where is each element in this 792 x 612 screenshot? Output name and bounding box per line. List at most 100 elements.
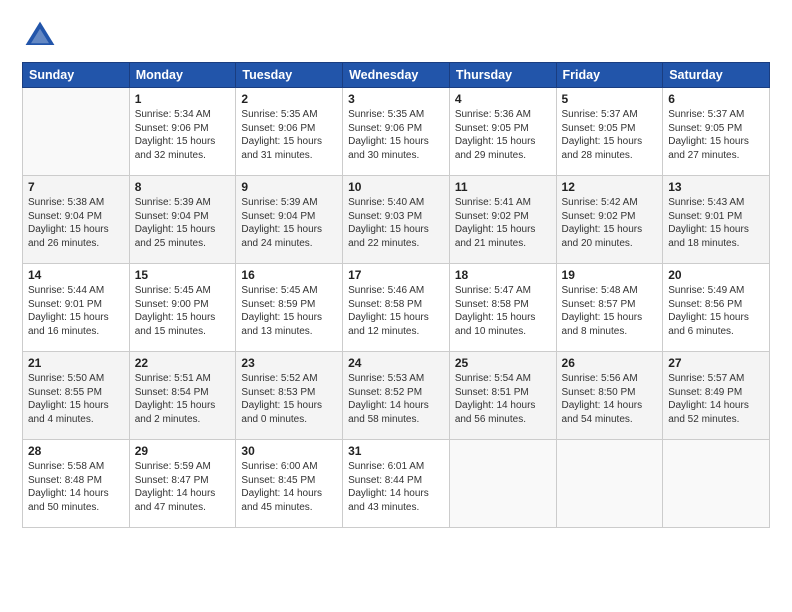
day-number: 8 xyxy=(135,180,231,194)
calendar-day-cell: 22 Sunrise: 5:51 AM Sunset: 8:54 PM Dayli… xyxy=(129,352,236,440)
calendar-day-cell: 4Sunrise: 5:36 AM Sunset: 9:05 PM Daylig… xyxy=(449,88,556,176)
day-info: Sunrise: 5:57 AM Sunset: 8:49 PM Dayligh… xyxy=(668,372,764,426)
day-info: Sunrise: 5:48 AM Sunset: 8:57 PM Dayligh… xyxy=(562,284,658,338)
day-number: 24 xyxy=(348,356,444,370)
calendar-day-cell: 2 Sunrise: 5:35 AM Sunset: 9:06 PM Daylig… xyxy=(236,88,343,176)
day-number: 16 xyxy=(241,268,337,282)
logo xyxy=(22,18,62,54)
day-info: Sunrise: 5:35 AM Sunset: 9:06 PM Dayligh… xyxy=(241,108,337,162)
day-info: Sunrise: 5:51 AM Sunset: 8:54 PM Dayligh… xyxy=(135,372,231,426)
weekday-header-wednesday: Wednesday xyxy=(343,63,450,88)
day-info: Sunrise: 5:44 AM Sunset: 9:01 PM Dayligh… xyxy=(28,284,124,338)
weekday-header-thursday: Thursday xyxy=(449,63,556,88)
calendar-day-cell xyxy=(449,440,556,528)
calendar-day-cell: 17 Sunrise: 5:46 AM Sunset: 8:58 PM Dayli… xyxy=(343,264,450,352)
day-info: Sunrise: 5:59 AM Sunset: 8:47 PM Dayligh… xyxy=(135,460,231,514)
day-number: 21 xyxy=(28,356,124,370)
calendar-day-cell: 24Sunrise: 5:53 AM Sunset: 8:52 PM Dayli… xyxy=(343,352,450,440)
weekday-header-saturday: Saturday xyxy=(663,63,770,88)
calendar-day-cell: 6Sunrise: 5:37 AM Sunset: 9:05 PM Daylig… xyxy=(663,88,770,176)
day-info: Sunrise: 5:37 AM Sunset: 9:05 PM Dayligh… xyxy=(668,108,764,162)
day-info: Sunrise: 5:52 AM Sunset: 8:53 PM Dayligh… xyxy=(241,372,337,426)
calendar-day-cell: 28 Sunrise: 5:58 AM Sunset: 8:48 PM Dayli… xyxy=(23,440,130,528)
day-number: 28 xyxy=(28,444,124,458)
day-info: Sunrise: 5:41 AM Sunset: 9:02 PM Dayligh… xyxy=(455,196,551,250)
calendar-table: SundayMondayTuesdayWednesdayThursdayFrid… xyxy=(22,62,770,528)
day-number: 12 xyxy=(562,180,658,194)
day-info: Sunrise: 5:43 AM Sunset: 9:01 PM Dayligh… xyxy=(668,196,764,250)
day-number: 9 xyxy=(241,180,337,194)
calendar-day-cell: 16 Sunrise: 5:45 AM Sunset: 8:59 PM Dayli… xyxy=(236,264,343,352)
calendar-day-cell: 3 Sunrise: 5:35 AM Sunset: 9:06 PM Daylig… xyxy=(343,88,450,176)
day-number: 7 xyxy=(28,180,124,194)
day-info: Sunrise: 5:49 AM Sunset: 8:56 PM Dayligh… xyxy=(668,284,764,338)
calendar-week-row: 21 Sunrise: 5:50 AM Sunset: 8:55 PM Dayli… xyxy=(23,352,770,440)
day-number: 14 xyxy=(28,268,124,282)
calendar-day-cell: 10 Sunrise: 5:40 AM Sunset: 9:03 PM Dayli… xyxy=(343,176,450,264)
weekday-header-tuesday: Tuesday xyxy=(236,63,343,88)
calendar-day-cell: 9 Sunrise: 5:39 AM Sunset: 9:04 PM Daylig… xyxy=(236,176,343,264)
day-info: Sunrise: 5:39 AM Sunset: 9:04 PM Dayligh… xyxy=(241,196,337,250)
calendar-day-cell: 1Sunrise: 5:34 AM Sunset: 9:06 PM Daylig… xyxy=(129,88,236,176)
calendar-day-cell: 7 Sunrise: 5:38 AM Sunset: 9:04 PM Daylig… xyxy=(23,176,130,264)
calendar-day-cell: 31 Sunrise: 6:01 AM Sunset: 8:44 PM Dayli… xyxy=(343,440,450,528)
calendar-day-cell: 29Sunrise: 5:59 AM Sunset: 8:47 PM Dayli… xyxy=(129,440,236,528)
calendar-day-cell: 13Sunrise: 5:43 AM Sunset: 9:01 PM Dayli… xyxy=(663,176,770,264)
calendar-day-cell xyxy=(663,440,770,528)
calendar-day-cell xyxy=(23,88,130,176)
calendar-day-cell xyxy=(556,440,663,528)
day-info: Sunrise: 5:38 AM Sunset: 9:04 PM Dayligh… xyxy=(28,196,124,250)
calendar-day-cell: 20 Sunrise: 5:49 AM Sunset: 8:56 PM Dayli… xyxy=(663,264,770,352)
calendar-day-cell: 12 Sunrise: 5:42 AM Sunset: 9:02 PM Dayli… xyxy=(556,176,663,264)
day-number: 3 xyxy=(348,92,444,106)
day-info: Sunrise: 5:37 AM Sunset: 9:05 PM Dayligh… xyxy=(562,108,658,162)
day-number: 19 xyxy=(562,268,658,282)
day-info: Sunrise: 5:42 AM Sunset: 9:02 PM Dayligh… xyxy=(562,196,658,250)
calendar-week-row: 7 Sunrise: 5:38 AM Sunset: 9:04 PM Daylig… xyxy=(23,176,770,264)
calendar-header-row: SundayMondayTuesdayWednesdayThursdayFrid… xyxy=(23,63,770,88)
day-info: Sunrise: 5:35 AM Sunset: 9:06 PM Dayligh… xyxy=(348,108,444,162)
calendar-week-row: 14 Sunrise: 5:44 AM Sunset: 9:01 PM Dayli… xyxy=(23,264,770,352)
calendar-day-cell: 18Sunrise: 5:47 AM Sunset: 8:58 PM Dayli… xyxy=(449,264,556,352)
calendar-day-cell: 25 Sunrise: 5:54 AM Sunset: 8:51 PM Dayli… xyxy=(449,352,556,440)
day-info: Sunrise: 5:46 AM Sunset: 8:58 PM Dayligh… xyxy=(348,284,444,338)
day-number: 22 xyxy=(135,356,231,370)
day-number: 20 xyxy=(668,268,764,282)
day-number: 2 xyxy=(241,92,337,106)
page: SundayMondayTuesdayWednesdayThursdayFrid… xyxy=(0,0,792,612)
day-info: Sunrise: 6:01 AM Sunset: 8:44 PM Dayligh… xyxy=(348,460,444,514)
day-number: 17 xyxy=(348,268,444,282)
day-number: 23 xyxy=(241,356,337,370)
calendar-day-cell: 8 Sunrise: 5:39 AM Sunset: 9:04 PM Daylig… xyxy=(129,176,236,264)
day-number: 4 xyxy=(455,92,551,106)
calendar-day-cell: 15Sunrise: 5:45 AM Sunset: 9:00 PM Dayli… xyxy=(129,264,236,352)
calendar-day-cell: 21 Sunrise: 5:50 AM Sunset: 8:55 PM Dayli… xyxy=(23,352,130,440)
calendar-day-cell: 30Sunrise: 6:00 AM Sunset: 8:45 PM Dayli… xyxy=(236,440,343,528)
day-number: 30 xyxy=(241,444,337,458)
day-info: Sunrise: 5:56 AM Sunset: 8:50 PM Dayligh… xyxy=(562,372,658,426)
weekday-header-friday: Friday xyxy=(556,63,663,88)
day-info: Sunrise: 5:40 AM Sunset: 9:03 PM Dayligh… xyxy=(348,196,444,250)
day-number: 11 xyxy=(455,180,551,194)
weekday-header-sunday: Sunday xyxy=(23,63,130,88)
day-number: 5 xyxy=(562,92,658,106)
day-info: Sunrise: 5:39 AM Sunset: 9:04 PM Dayligh… xyxy=(135,196,231,250)
calendar-day-cell: 19 Sunrise: 5:48 AM Sunset: 8:57 PM Dayli… xyxy=(556,264,663,352)
calendar-day-cell: 5 Sunrise: 5:37 AM Sunset: 9:05 PM Daylig… xyxy=(556,88,663,176)
day-number: 1 xyxy=(135,92,231,106)
calendar-week-row: 28 Sunrise: 5:58 AM Sunset: 8:48 PM Dayli… xyxy=(23,440,770,528)
day-number: 27 xyxy=(668,356,764,370)
day-info: Sunrise: 5:54 AM Sunset: 8:51 PM Dayligh… xyxy=(455,372,551,426)
day-number: 18 xyxy=(455,268,551,282)
day-info: Sunrise: 5:45 AM Sunset: 8:59 PM Dayligh… xyxy=(241,284,337,338)
day-info: Sunrise: 5:58 AM Sunset: 8:48 PM Dayligh… xyxy=(28,460,124,514)
day-number: 26 xyxy=(562,356,658,370)
day-number: 31 xyxy=(348,444,444,458)
logo-icon xyxy=(22,18,58,54)
day-number: 25 xyxy=(455,356,551,370)
day-number: 10 xyxy=(348,180,444,194)
weekday-header-monday: Monday xyxy=(129,63,236,88)
calendar-day-cell: 23 Sunrise: 5:52 AM Sunset: 8:53 PM Dayli… xyxy=(236,352,343,440)
day-info: Sunrise: 5:50 AM Sunset: 8:55 PM Dayligh… xyxy=(28,372,124,426)
calendar-day-cell: 14 Sunrise: 5:44 AM Sunset: 9:01 PM Dayli… xyxy=(23,264,130,352)
